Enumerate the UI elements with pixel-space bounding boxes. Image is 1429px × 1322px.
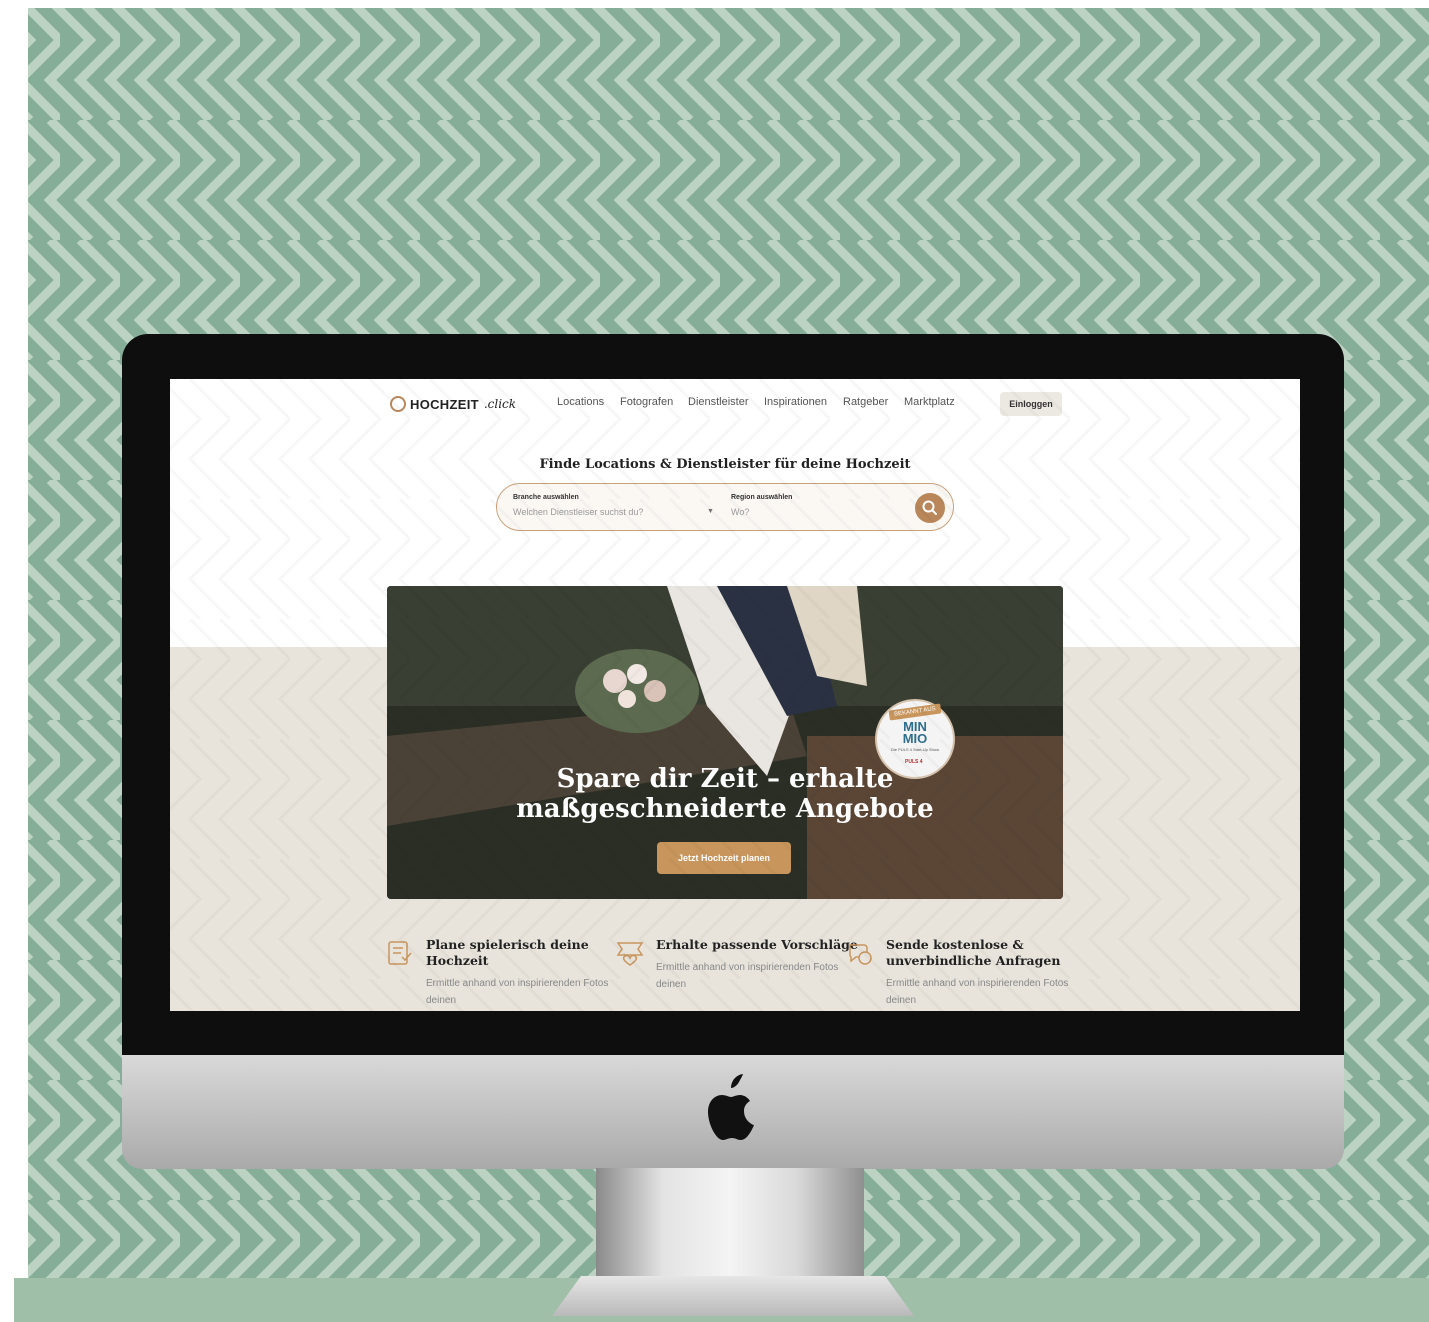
badge-sub: Die PULS 4 Start-Up Show [890,747,940,752]
search-button[interactable] [915,493,945,523]
region-input[interactable]: Wo? [731,507,749,517]
chat-icon [848,944,872,965]
ring-icon [390,396,406,412]
feature-1: Plane spielerisch deine Hochzeit Ermittl… [388,937,636,1009]
logo-script: .click [483,397,517,411]
monitor-stand-base [552,1276,914,1316]
branche-label: Branche auswählen [513,494,579,501]
hero-title-line1: Spare dir Zeit – erhalte [556,764,894,794]
region-label: Region auswählen [731,494,793,501]
nav-link-ratgeber[interactable]: Ratgeber [843,396,888,408]
feature-text: Ermittle anhand von inspirierenden Fotos… [656,962,839,990]
nav-link-fotografen[interactable]: Fotografen [620,396,673,408]
hero-title: Spare dir Zeit – erhalte maßgeschneidert… [387,764,1063,824]
nav-link-dienstleister[interactable]: Dienstleister [688,396,749,408]
logo-text: HOCHZEIT [410,396,479,412]
feature-3: Sende kostenlose & unverbindliche Anfrag… [848,937,1096,1009]
badge-main: MIN MIO [885,720,945,746]
badge-top: BEKANNT AUS [888,703,942,721]
nav-link-inspirationen[interactable]: Inspirationen [764,396,827,408]
search-icon [922,500,937,515]
apple-logo-icon [708,1074,754,1140]
feature-2: Erhalte passende Vorschläge Ermittle anh… [616,937,866,993]
nav-link-locations[interactable]: Locations [557,396,604,408]
site-logo[interactable]: HOCHZEIT .click [390,393,516,415]
chevron-down-icon[interactable]: ▼ [707,508,714,515]
monitor-stand [596,1168,864,1280]
feature-title: Erhalte passende Vorschläge [656,937,858,952]
feature-title: Plane spielerisch deine Hochzeit [426,937,589,968]
hero-title-line2: maßgeschneiderte Angebote [516,794,934,824]
branche-select[interactable]: Welchen Dienstleiser suchst du? [513,507,643,517]
search-title: Finde Locations & Dienstleister für dein… [539,457,911,472]
suggestion-icon [616,942,644,966]
screen: HOCHZEIT .click Locations Fotografen Die… [170,379,1300,1011]
feature-text: Ermittle anhand von inspirierenden Fotos… [426,978,609,1006]
feature-text: Ermittle anhand von inspirierenden Fotos… [886,978,1069,1006]
checklist-icon [388,941,412,965]
hero-banner: BEKANNT AUS MIN MIO Die PULS 4 Start-Up … [387,586,1063,899]
feature-title: Sende kostenlose & unverbindliche Anfrag… [886,937,1061,968]
badge-main-2: MIO [902,731,928,746]
plan-wedding-button[interactable]: Jetzt Hochzeit planen [657,842,791,874]
nav-link-marktplatz[interactable]: Marktplatz [904,396,955,408]
search-bar: Branche auswählen Welchen Dienstleiser s… [496,483,954,531]
login-button[interactable]: Einloggen [1000,392,1062,416]
top-navigation: HOCHZEIT .click Locations Fotografen Die… [170,379,1300,429]
